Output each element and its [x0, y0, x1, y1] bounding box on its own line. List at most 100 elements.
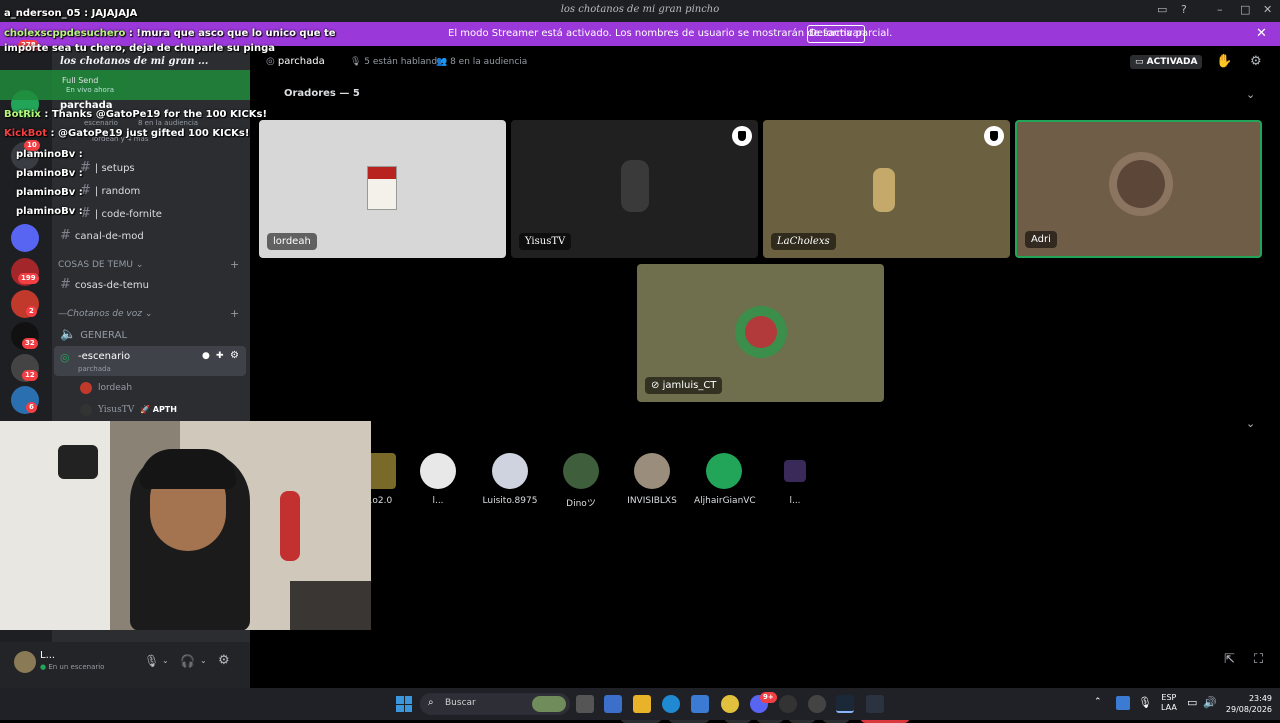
invite-icon[interactable]: ✚	[216, 351, 224, 361]
chat-message: importe sea tu chero, deja de chuparle s…	[4, 43, 275, 54]
headphones-icon[interactable]: 🎧	[180, 654, 195, 668]
app-icon[interactable]	[808, 695, 826, 713]
audience-member[interactable]: l...	[765, 453, 825, 506]
discord-badge: 9+	[760, 692, 777, 703]
desk	[290, 581, 371, 630]
fullscreen-icon[interactable]: ⛶	[1254, 652, 1263, 667]
audience-member[interactable]: Luisito.8975	[480, 453, 540, 506]
speaking-count: 🎙 5 están hablando	[350, 57, 443, 67]
wall-poster	[58, 445, 98, 479]
tray-microphone-icon[interactable]: 🎙	[1138, 696, 1152, 709]
windows-start-icon[interactable]	[396, 696, 412, 712]
audience-name: Luisito.8975	[482, 496, 538, 506]
channel-general-voice[interactable]: 🔈 GENERAL	[60, 327, 127, 342]
raise-hand-icon[interactable]: ✋	[1216, 54, 1232, 69]
avatar	[784, 460, 806, 482]
category-voice[interactable]: —Chotanos de voz ⌄	[58, 309, 152, 319]
audience-name: l...	[432, 496, 444, 506]
network-icon[interactable]: ▭	[1187, 696, 1197, 709]
clock[interactable]: 23:49 29/08/2026	[1222, 693, 1272, 715]
task-view-icon[interactable]	[576, 695, 594, 713]
audience-count: 👥 8 en la audiencia	[436, 57, 528, 67]
speaker-name: Adri	[1025, 231, 1057, 248]
chat-message: plaminoBv :	[16, 168, 83, 179]
speaker-tile[interactable]: lordeah	[259, 120, 506, 258]
close-icon[interactable]: ✕	[1263, 3, 1272, 16]
avatar[interactable]	[14, 651, 36, 673]
language-indicator[interactable]: ESP LAA	[1161, 693, 1177, 713]
activity-status: En vivo ahora	[66, 86, 114, 94]
channel-code-fornite[interactable]: # | code-fornite	[80, 206, 162, 221]
channel-cosas-de-temu[interactable]: # cosas-de-temu	[60, 277, 149, 292]
avatar	[1109, 152, 1173, 216]
user-panel: L... ● En un escenario 🎙 ⌄ 🎧 ⌄ ⚙	[0, 642, 250, 688]
stage-settings-icon[interactable]: ⚙	[1250, 54, 1262, 69]
banner-close-icon[interactable]: ✕	[1256, 26, 1267, 41]
chevron-down-icon[interactable]: ⌄	[162, 656, 169, 665]
help-icon[interactable]: ?	[1181, 3, 1187, 16]
file-explorer-icon[interactable]	[633, 695, 651, 713]
avatar	[634, 453, 670, 489]
channel-canal-de-mod[interactable]: # canal-de-mod	[60, 228, 144, 243]
collapse-audience-icon[interactable]: ⌄	[1246, 417, 1255, 430]
maximize-icon[interactable]: □	[1240, 3, 1250, 16]
speaker-tile[interactable]: Adri	[1015, 120, 1262, 258]
minimize-icon[interactable]: –	[1217, 3, 1223, 16]
avatar	[80, 382, 92, 394]
channel-hash-icon: #	[60, 277, 71, 292]
add-channel-icon[interactable]: +	[230, 258, 239, 271]
audience-name: INVISIBLXS	[627, 496, 677, 506]
server-icon[interactable]	[11, 224, 39, 252]
tray-app-icon[interactable]	[1116, 696, 1130, 710]
settings-icon[interactable]: ⚙	[230, 350, 239, 361]
title-bar: los chotanos de mi gran pincho ▭ ? – □ ✕	[0, 0, 1280, 22]
steam-icon[interactable]	[836, 695, 854, 713]
chat-message: BotRix : Thanks @GatoPe19 for the 100 KI…	[4, 109, 268, 120]
audience-member[interactable]: AljhairGianVC	[694, 453, 756, 506]
app-icon[interactable]	[604, 695, 622, 713]
speaker-name: LaCholexs	[771, 233, 836, 250]
tray-overflow-icon[interactable]: ⌃	[1094, 697, 1102, 707]
chevron-down-icon[interactable]: ⌄	[200, 656, 207, 665]
stage-subtitle: escenario	[84, 119, 118, 127]
chrome-icon[interactable]	[721, 695, 739, 713]
add-channel-icon[interactable]: +	[230, 307, 239, 320]
settings-icon[interactable]: ⚙	[218, 653, 230, 668]
server-name[interactable]: los chotanos de mi gran ...	[60, 56, 208, 67]
edge-icon[interactable]	[662, 695, 680, 713]
audience-member[interactable]: Dinoツ	[551, 453, 611, 509]
collapse-speakers-icon[interactable]: ⌄	[1246, 88, 1255, 101]
speaker-tile[interactable]: ⊘ jamluis_CT	[637, 264, 884, 402]
app-icon[interactable]	[779, 695, 797, 713]
disable-streamer-button[interactable]: Desactivar	[807, 25, 865, 43]
category-temu[interactable]: COSAS DE TEMU ⌄	[58, 260, 143, 270]
search-label: Buscar	[445, 698, 476, 708]
stage-member-name[interactable]: YisusTV	[98, 405, 134, 415]
popout-icon[interactable]: ⇱	[1224, 652, 1235, 667]
inbox-icon[interactable]: ▭	[1157, 3, 1167, 16]
stage-status-badge: ▭ ACTIVADA	[1130, 55, 1203, 69]
microphone-icon[interactable]: 🎙	[144, 654, 159, 668]
stage-channel-row[interactable]: ◎ -escenario parchada ● ✚ ⚙	[54, 346, 246, 376]
channel-random[interactable]: # | random	[80, 183, 140, 198]
stage-member-name[interactable]: lordeah	[98, 383, 132, 393]
avatar	[420, 453, 456, 489]
stage-member-tag: 🚀 APTH	[140, 405, 177, 414]
stage-channel-topic: parchada	[78, 365, 111, 373]
volume-icon[interactable]: 🔊	[1203, 696, 1217, 709]
speaker-tile[interactable]: LaCholexs	[763, 120, 1010, 258]
audience-member[interactable]: INVISIBLXS	[622, 453, 682, 506]
app-icon[interactable]	[866, 695, 884, 713]
avatar	[367, 166, 397, 210]
taskbar-search[interactable]: ⌕ Buscar	[420, 693, 570, 715]
chat-message: plaminoBv :	[16, 149, 83, 160]
chat-message: KickBot : @GatoPe19 just gifted 100 KICK…	[4, 128, 250, 139]
store-icon[interactable]	[691, 695, 709, 713]
channel-setups[interactable]: # | setups	[80, 160, 135, 175]
search-highlight-icon	[532, 696, 566, 712]
speaker-tile[interactable]: YisusTV	[511, 120, 758, 258]
audience-member[interactable]: l...	[408, 453, 468, 506]
chat-icon[interactable]: ●	[202, 351, 210, 361]
moderator-icon	[984, 126, 1004, 146]
avatar	[80, 404, 92, 416]
